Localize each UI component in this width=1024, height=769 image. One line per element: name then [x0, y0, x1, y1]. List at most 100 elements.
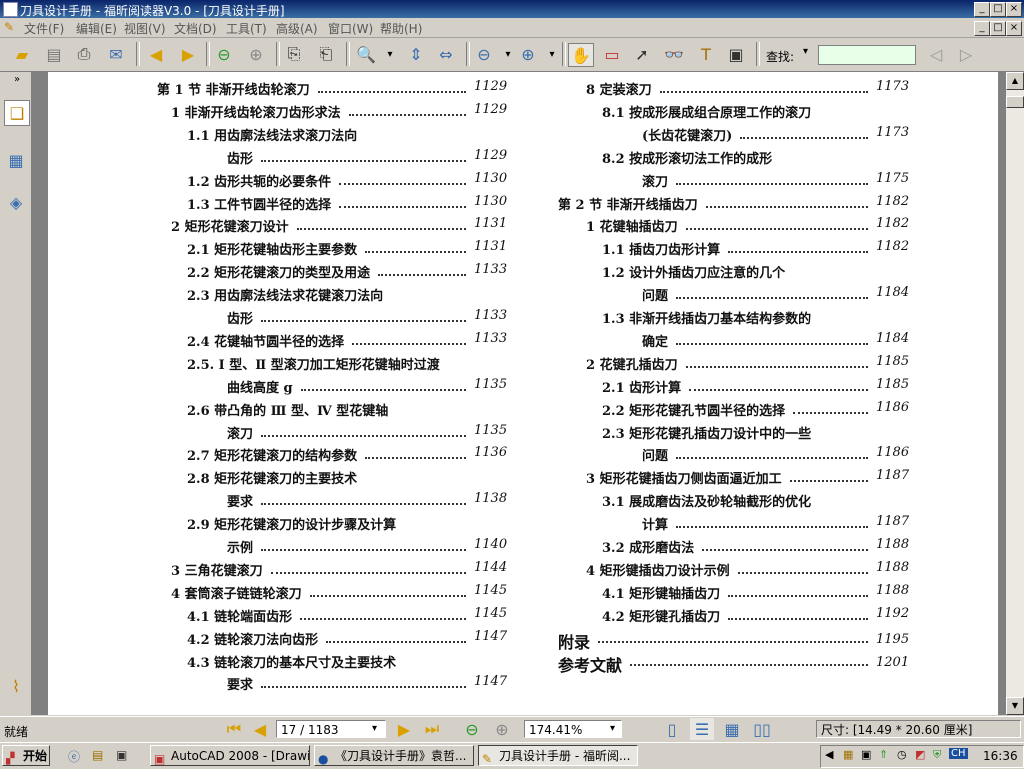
- text-select-icon[interactable]: T: [694, 43, 718, 65]
- toc-entry-label[interactable]: 1.1 插齿刀齿形计算: [602, 239, 720, 258]
- toc-entry-page-number[interactable]: 1186: [876, 445, 909, 460]
- toc-entry-page-number[interactable]: 1185: [876, 354, 909, 369]
- prev-page-icon[interactable]: ◀: [144, 43, 168, 65]
- toc-entry-page-number[interactable]: 1147: [474, 674, 507, 689]
- toc-entry-label[interactable]: 2.5. Ⅰ 型、Ⅱ 型滚刀加工矩形花键轴时过渡: [187, 354, 440, 373]
- toc-entry-label[interactable]: 2 矩形花键滚刀设计: [171, 216, 289, 235]
- toc-entry-label[interactable]: 3 三角花键滚刀: [171, 560, 263, 579]
- minimize-button[interactable]: _: [974, 2, 990, 17]
- attachments-icon[interactable]: ⌇: [4, 674, 28, 698]
- toc-entry-page-number[interactable]: 1136: [474, 445, 507, 460]
- find-input[interactable]: [818, 45, 916, 65]
- snapshot-icon[interactable]: ▭: [600, 43, 624, 65]
- single-page-icon[interactable]: ▯: [660, 718, 684, 740]
- toc-entry-label[interactable]: 2.4 花键轴节圆半径的选择: [187, 331, 344, 350]
- find-next-icon[interactable]: ▷: [954, 43, 978, 65]
- toc-entry-label[interactable]: 2.3 矩形花键孔插齿刀设计中的一些: [602, 423, 811, 442]
- toc-entry-label[interactable]: 8 定装滚刀: [586, 79, 652, 98]
- menu-view[interactable]: 视图(V): [124, 20, 166, 37]
- scroll-thumb[interactable]: [1006, 96, 1024, 108]
- find-options-dropdown-icon[interactable]: ▾: [803, 46, 808, 57]
- scroll-up-button[interactable]: ▲: [1006, 72, 1024, 90]
- task-autocad[interactable]: ▣ AutoCAD 2008 - [Drawing...: [150, 745, 310, 766]
- toc-entry-page-number[interactable]: 1138: [474, 491, 507, 506]
- toc-entry-page-number[interactable]: 1145: [474, 606, 507, 621]
- first-page-icon[interactable]: ⏮: [222, 718, 246, 740]
- toc-entry-page-number[interactable]: 1131: [474, 239, 507, 254]
- next-page-icon[interactable]: ▶: [176, 43, 200, 65]
- tray-app-icon[interactable]: ▦: [843, 748, 853, 761]
- toc-entry-page-number[interactable]: 1147: [474, 629, 507, 644]
- toc-entry-page-number[interactable]: 1130: [474, 194, 507, 209]
- toc-entry-label[interactable]: 2.6 带凸角的 Ⅲ 型、Ⅳ 型花键轴: [187, 400, 388, 419]
- toc-entry-label[interactable]: 8.1 按成形展成组合原理工作的滚刀: [602, 102, 811, 121]
- thumbnails-icon[interactable]: ▦: [4, 148, 28, 172]
- toc-entry-page-number[interactable]: 1182: [876, 216, 909, 231]
- toc-entry-label[interactable]: 1 花键轴插齿刀: [586, 216, 678, 235]
- last-page-icon[interactable]: ⏭: [420, 718, 444, 740]
- doc-menu-icon[interactable]: ✎: [4, 20, 14, 34]
- toc-entry-label[interactable]: 1.3 非渐开线插齿刀基本结构参数的: [602, 308, 811, 327]
- toc-entry-page-number[interactable]: 1201: [876, 655, 909, 670]
- toc-entry-label[interactable]: 第 1 节 非渐开线齿轮滚刀: [157, 79, 310, 98]
- menu-edit[interactable]: 编辑(E): [76, 20, 117, 37]
- toc-entry-page-number[interactable]: 1133: [474, 331, 507, 346]
- save-icon[interactable]: ▤: [42, 43, 66, 65]
- update-icon[interactable]: ⇑: [879, 748, 888, 761]
- toc-entry-label[interactable]: 计算: [642, 514, 668, 533]
- toc-entry-page-number[interactable]: 1195: [876, 632, 909, 647]
- toc-entry-page-number[interactable]: 1173: [876, 79, 909, 94]
- toc-entry-label[interactable]: 要求: [227, 674, 253, 693]
- toc-entry-label[interactable]: 1.1 用齿廓法线法求滚刀法向: [187, 125, 357, 144]
- toc-entry-label[interactable]: 4 矩形键插齿刀设计示例: [586, 560, 730, 579]
- toc-entry-page-number[interactable]: 1173: [876, 125, 909, 140]
- toc-entry-label[interactable]: 滚刀: [642, 171, 668, 190]
- continuous-page-icon[interactable]: ☰: [690, 718, 714, 740]
- toc-entry-page-number[interactable]: 1192: [876, 606, 909, 621]
- toc-entry-label[interactable]: 3.1 展成磨齿法及砂轮轴截形的优化: [602, 491, 811, 510]
- toc-entry-page-number[interactable]: 1131: [474, 216, 507, 231]
- toc-entry-page-number[interactable]: 1129: [474, 102, 507, 117]
- toc-entry-page-number[interactable]: 1135: [474, 423, 507, 438]
- open-icon[interactable]: ▰: [10, 43, 34, 65]
- menu-document[interactable]: 文档(D): [174, 20, 217, 37]
- zoom-in-icon[interactable]: 🔍: [354, 43, 378, 65]
- toc-entry-label[interactable]: 曲线高度 g: [227, 377, 293, 396]
- desktop-quicklaunch-icon[interactable]: ▣: [116, 748, 127, 762]
- hand-tool-icon[interactable]: ✋: [568, 43, 594, 67]
- toc-entry-label[interactable]: 齿形: [227, 148, 253, 167]
- document-view[interactable]: 第 1 节 非渐开线齿轮滚刀 1129 1 非渐开线齿轮滚刀齿形求法 1129 1.1 …: [32, 72, 1006, 715]
- toc-entry-page-number[interactable]: 1187: [876, 468, 909, 483]
- toc-entry-label[interactable]: 4.1 链轮端面齿形: [187, 606, 292, 625]
- fit-page-icon[interactable]: ⇕: [404, 43, 428, 65]
- toc-entry-page-number[interactable]: 1133: [474, 308, 507, 323]
- status-forward-icon[interactable]: ⊕: [490, 718, 514, 740]
- toc-entry-page-number[interactable]: 1129: [474, 79, 507, 94]
- toc-entry-label[interactable]: 附录: [558, 629, 590, 653]
- toc-entry-label[interactable]: 参考文献: [558, 652, 622, 676]
- toc-entry-page-number[interactable]: 1188: [876, 583, 909, 598]
- facing-pages-icon[interactable]: ▦: [720, 718, 744, 740]
- forward-icon[interactable]: ⊕: [244, 43, 268, 65]
- volume-icon[interactable]: ◀: [825, 748, 833, 761]
- menu-help[interactable]: 帮助(H): [380, 20, 422, 37]
- toc-entry-label[interactable]: 8.2 按成形滚切法工作的成形: [602, 148, 772, 167]
- ime-indicator[interactable]: CH: [949, 748, 968, 759]
- find-binoculars-icon[interactable]: 👓: [662, 43, 686, 65]
- sidebar-expand-icon[interactable]: »: [14, 74, 20, 85]
- toc-entry-label[interactable]: 2.1 矩形花键轴齿形主要参数: [187, 239, 357, 258]
- menu-file[interactable]: 文件(F): [24, 20, 64, 37]
- toc-entry-page-number[interactable]: 1188: [876, 537, 909, 552]
- toc-entry-label[interactable]: 4.2 矩形键孔插齿刀: [602, 606, 720, 625]
- toc-entry-label[interactable]: 4 套筒滚子链链轮滚刀: [171, 583, 302, 602]
- toc-entry-page-number[interactable]: 1130: [474, 171, 507, 186]
- toc-entry-page-number[interactable]: 1182: [876, 239, 909, 254]
- explorer-quicklaunch-icon[interactable]: ▤: [92, 748, 103, 762]
- toc-entry-label[interactable]: 1 非渐开线齿轮滚刀齿形求法: [171, 102, 341, 121]
- toc-entry-page-number[interactable]: 1175: [876, 171, 909, 186]
- toc-entry-label[interactable]: 滚刀: [227, 423, 253, 442]
- print-icon[interactable]: ⎙: [72, 43, 96, 65]
- toc-entry-page-number[interactable]: 1184: [876, 285, 909, 300]
- close-button[interactable]: ×: [1006, 2, 1022, 17]
- toc-entry-label[interactable]: 齿形: [227, 308, 253, 327]
